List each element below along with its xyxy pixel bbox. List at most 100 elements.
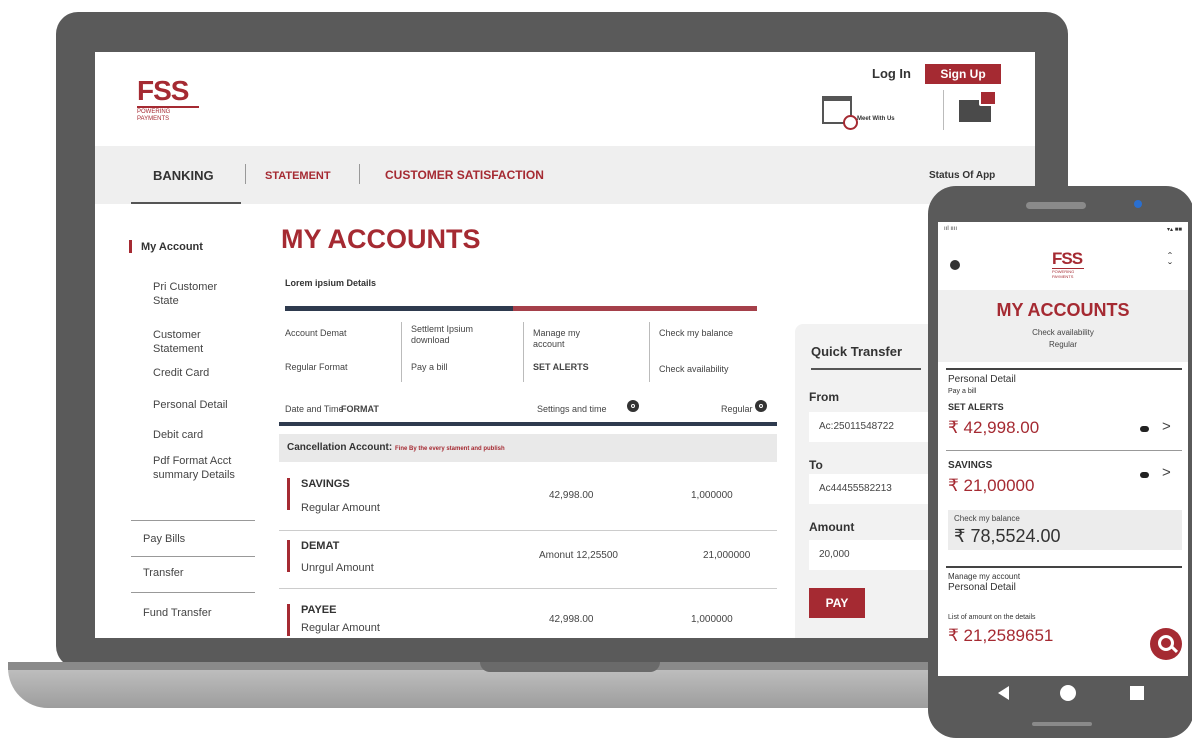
phone-personal-detail[interactable]: Personal Detail (948, 374, 1016, 385)
row-divider (279, 588, 777, 589)
sidebar-active-marker (129, 240, 132, 253)
details-heading: Lorem ipsium Details (285, 278, 377, 288)
link-pay-bill[interactable]: Pay a bill (411, 362, 448, 373)
sidebar-item-debit-card[interactable]: Debit card (153, 428, 203, 442)
sidebar-item-pri-customer[interactable]: Pri Customer State (153, 280, 243, 308)
phone-header: MY ACCOUNTS Check availability Regular (938, 290, 1188, 362)
nav-customer-satisfaction[interactable]: CUSTOMER SATISFACTION (385, 168, 544, 182)
link-settlement-download[interactable]: Settlemt Ipsium download (411, 324, 491, 346)
phone-check-availability[interactable]: Check availability (938, 328, 1188, 337)
to-account-field[interactable]: Ac44455582213 (809, 474, 929, 504)
row-name[interactable]: PAYEE (301, 604, 336, 616)
chevron-updown-icon[interactable]: ˆˇ (1168, 251, 1172, 273)
nav-divider (359, 164, 360, 184)
search-icon[interactable] (1150, 628, 1182, 660)
phone-balance-box: Check my balance ₹ 78,5524.00 (948, 510, 1182, 550)
meet-with-us-label[interactable]: Meet With Us (857, 116, 895, 122)
phone-list-amount: ₹ 21,2589651 (948, 626, 1054, 645)
row-amount: Amonut 12,25500 (539, 550, 618, 561)
fss-logo[interactable]: FSS POWERING PAYMENTS (137, 77, 199, 123)
sidebar-item-pdf-format[interactable]: Pdf Format Acct summary Details (153, 454, 249, 482)
chevron-right-icon[interactable]: > (1162, 418, 1171, 435)
pay-button[interactable]: PAY (809, 588, 865, 618)
row-amount: 42,998.00 (549, 490, 594, 501)
quick-transfer-title: Quick Transfer (811, 344, 903, 359)
phone-settings-gear-icon[interactable] (950, 260, 960, 270)
nav-banking[interactable]: BANKING (153, 168, 214, 183)
sidebar-item-credit-card[interactable]: Credit Card (153, 366, 209, 380)
row-name[interactable]: SAVINGS (301, 478, 350, 490)
row-sub: Unrgul Amount (301, 562, 374, 574)
regular-gear-icon[interactable] (755, 400, 767, 412)
phone-savings[interactable]: SAVINGS (948, 460, 992, 471)
progress-bar-red (513, 306, 757, 311)
sidebar-item-personal-detail[interactable]: Personal Detail (153, 398, 228, 412)
chevron-right-icon[interactable]: > (1162, 464, 1171, 481)
from-account-field[interactable]: Ac:25011548722 (809, 412, 929, 442)
phone-chin (1032, 722, 1092, 726)
row-marker (287, 604, 290, 636)
link-set-alerts[interactable]: SET ALERTS (533, 362, 589, 373)
top-nav: BANKING STATEMENT CUSTOMER SATISFACTION … (95, 146, 1035, 204)
link-regular-format[interactable]: Regular Format (285, 362, 348, 373)
phone-divider (946, 368, 1182, 370)
cancellation-label: Cancellation Account: (287, 442, 393, 453)
to-label: To (809, 458, 823, 472)
login-link[interactable]: Log In (872, 66, 911, 81)
header-divider (943, 90, 944, 130)
column-format[interactable]: FORMAT (341, 404, 379, 414)
sidebar-divider (131, 592, 255, 593)
sidebar-divider (131, 556, 255, 557)
settings-gear-icon[interactable] (627, 400, 639, 412)
phone-speaker (1026, 202, 1086, 209)
row-amount: 42,998.00 (549, 614, 594, 625)
phone-balance-amount: ₹ 78,5524.00 (954, 526, 1061, 546)
phone-pay-bill[interactable]: Pay a bill (948, 388, 976, 395)
sidebar-item-fund-transfer[interactable]: Fund Transfer (143, 606, 211, 620)
nav-status-of-app[interactable]: Status Of App (929, 170, 995, 181)
recent-apps-icon[interactable] (1130, 686, 1144, 700)
mail-icon[interactable] (959, 90, 997, 122)
phone-manage-account[interactable]: Manage my account (948, 572, 1020, 581)
column-settings: Settings and time (537, 404, 607, 414)
logo-tagline: POWERING PAYMENTS (137, 106, 199, 123)
sidebar-item-pay-bills[interactable]: Pay Bills (143, 532, 185, 546)
phone-divider (946, 566, 1182, 568)
link-check-balance[interactable]: Check my balance (659, 328, 733, 339)
amount-field[interactable]: 20,000 (809, 540, 929, 570)
sidebar-item-customer-statement[interactable]: Customer Statement (153, 328, 233, 356)
nav-divider (245, 164, 246, 184)
home-icon[interactable] (1060, 685, 1076, 701)
link-account-demat[interactable]: Account Demat (285, 328, 347, 339)
phone-regular[interactable]: Regular (938, 340, 1188, 349)
phone-logo-tagline: POWERING PAYMENTS (1052, 268, 1084, 279)
laptop-screen: FSS POWERING PAYMENTS Log In Sign Up Mee… (95, 52, 1035, 638)
cancellation-row: Cancellation Account: Fine By the every … (279, 434, 777, 462)
link-manage-account[interactable]: Manage my account (533, 328, 613, 350)
nav-statement[interactable]: STATEMENT (265, 170, 331, 182)
phone-personal-detail-2[interactable]: Personal Detail (948, 582, 1016, 593)
row-marker (287, 540, 290, 572)
sidebar-item-my-account[interactable]: My Account (141, 240, 203, 254)
phone-check-balance[interactable]: Check my balance (954, 514, 1020, 523)
toggle-icon[interactable] (1140, 426, 1149, 432)
signup-button[interactable]: Sign Up (925, 64, 1001, 84)
row-marker (287, 478, 290, 510)
column-regular: Regular (721, 404, 753, 414)
row-sub: Regular Amount (301, 622, 380, 634)
phone-list-label: List of amount on the details (948, 614, 1036, 621)
grid-divider (649, 322, 650, 382)
battery-status: ▾▴ ■■ (1167, 227, 1182, 233)
calendar-icon[interactable] (822, 96, 858, 130)
column-date-time: Date and Time (285, 404, 344, 414)
toggle-icon[interactable] (1140, 472, 1149, 478)
sidebar-divider (131, 520, 255, 521)
amount-label: Amount (809, 520, 855, 534)
link-check-availability[interactable]: Check availability (659, 364, 729, 375)
phone-set-alerts[interactable]: SET ALERTS (948, 402, 1004, 412)
row-name[interactable]: DEMAT (301, 540, 339, 552)
back-icon[interactable] (998, 686, 1009, 700)
page-title: MY ACCOUNTS (281, 224, 481, 254)
phone-device: ııl ıııı ▾▴ ■■ FSS POWERING PAYMENTS ˆˇ … (928, 186, 1192, 738)
sidebar-item-transfer[interactable]: Transfer (143, 566, 184, 580)
